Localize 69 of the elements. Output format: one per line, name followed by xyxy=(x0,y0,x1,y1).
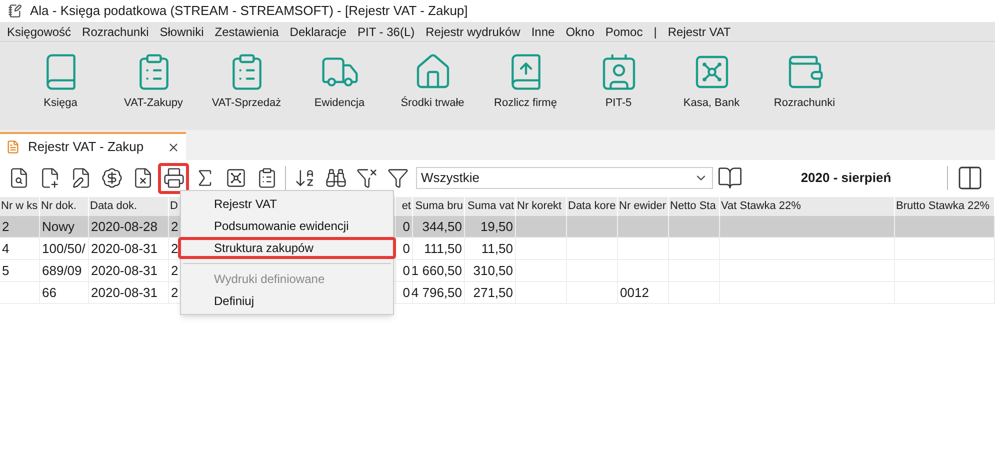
filter-clear-icon xyxy=(356,167,378,189)
table-cell-text: 2020-08-31 xyxy=(91,262,158,280)
app-icon xyxy=(8,4,22,18)
table-cell-text: 2 xyxy=(171,240,178,258)
ribbon-button[interactable]: PIT-5 xyxy=(572,52,665,110)
table-cell-text: 0012 xyxy=(620,284,649,302)
menu-item[interactable]: Pomoc xyxy=(605,22,643,40)
filter-dropdown[interactable]: Wszystkie xyxy=(416,167,713,189)
menu-item[interactable]: Księgowość xyxy=(7,22,72,40)
ribbon-button[interactable]: Ewidencja xyxy=(293,52,386,110)
sort-icon xyxy=(294,167,316,189)
table-cell-text: 0 xyxy=(402,262,410,280)
menu-item[interactable]: Zestawienia xyxy=(214,22,279,40)
table-cell-text: 100/50/ xyxy=(42,240,86,258)
document-tab[interactable]: Rejestr VAT - Zakup xyxy=(0,132,186,160)
ribbon-button[interactable]: Kasa, Bank xyxy=(665,52,758,110)
table-cell-text: 2020-08-28 xyxy=(91,218,158,236)
table-cell-text: 2020-08-31 xyxy=(91,240,158,258)
table-cell-text: 271,50 xyxy=(473,284,513,302)
table-cell-text: 310,50 xyxy=(473,262,513,280)
menu-item[interactable]: Deklaracje xyxy=(290,22,346,40)
table-cell-text: 5 xyxy=(2,262,10,280)
table-cell-text: 2020-08-31 xyxy=(91,284,158,302)
menu-item[interactable]: Okno xyxy=(566,22,594,40)
table-cell-text: 4 xyxy=(2,240,10,258)
table-cell-text: 2 xyxy=(2,218,10,236)
menu-item[interactable]: PIT - 36(L) xyxy=(357,22,415,40)
ribbon-button[interactable]: VAT-Sprzedaż xyxy=(200,52,293,110)
close-icon[interactable] xyxy=(167,140,180,154)
ribbon-button[interactable]: Rozrachunki xyxy=(758,52,851,110)
menu-item[interactable]: Rejestr wydruków xyxy=(426,22,520,40)
window-title: Ala - Księga podatkowa (STREAM - STREAMSOFT) - [Rejestr VAT - Zakup] xyxy=(30,2,468,20)
menu-item[interactable]: Rejestr VAT xyxy=(668,22,731,40)
dollar-icon xyxy=(100,167,122,189)
menu-option[interactable]: Rejestr VAT xyxy=(181,193,393,215)
filter-icon xyxy=(386,167,408,189)
table-cell-text: 344,50 xyxy=(422,218,462,236)
table-cell-text: 66 xyxy=(42,284,56,302)
table-cell-text: 2 xyxy=(171,218,178,236)
binoculars-icon xyxy=(324,167,346,189)
table-cell-text: 0 xyxy=(402,284,410,302)
safe-icon xyxy=(224,167,246,189)
print-icon xyxy=(162,167,184,189)
table-cell-text: 0 xyxy=(402,240,410,258)
table-cell-text: 2 xyxy=(171,284,178,302)
ribbon-button[interactable]: Księga xyxy=(14,52,107,110)
tab-label: Rejestr VAT - Zakup xyxy=(28,138,144,156)
table-cell-text: 19,50 xyxy=(480,218,513,236)
menu-item[interactable]: | xyxy=(654,22,657,40)
menu-option[interactable]: Struktura zakupów xyxy=(178,237,396,259)
table-cell-text: 689/09 xyxy=(42,262,82,280)
columns-icon[interactable] xyxy=(956,164,984,192)
menu-item[interactable]: Rozrachunki xyxy=(82,22,149,40)
menu-option[interactable]: Podsumowanie ewidencji xyxy=(181,215,393,237)
table-cell-text: 1 660,50 xyxy=(411,262,462,280)
period-label: 2020 - sierpień xyxy=(800,169,892,188)
menu-item[interactable]: Inne xyxy=(531,22,555,40)
ribbon-button[interactable]: Środki trwałe xyxy=(386,52,479,110)
ribbon-button[interactable]: Rozlicz firmę xyxy=(479,52,572,110)
table-cell-text: Nowy xyxy=(42,218,75,236)
table-cell-text: 2 xyxy=(171,262,178,280)
menu-item[interactable]: Słowniki xyxy=(160,22,204,40)
table-cell-text: 111,50 xyxy=(424,240,462,258)
ribbon-button[interactable]: VAT-Zakupy xyxy=(107,52,200,110)
book-icon[interactable] xyxy=(717,165,743,191)
table-cell-text: 0 xyxy=(402,218,410,236)
table-cell-text: 11,50 xyxy=(481,240,513,258)
table-cell-text: 4 796,50 xyxy=(411,284,462,302)
document-icon xyxy=(6,140,20,154)
